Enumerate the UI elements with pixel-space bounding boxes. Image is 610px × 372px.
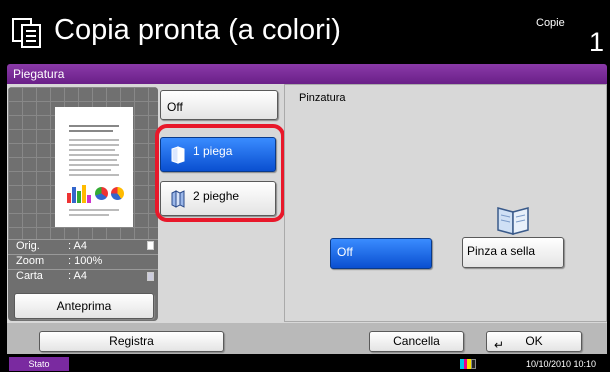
paper-icon — [147, 272, 154, 281]
ok-label: OK — [525, 334, 543, 348]
page-title: Copia pronta (a colori) — [54, 14, 341, 46]
page-thumbnail — [55, 107, 133, 227]
tab-piegatura: Piegatura — [7, 64, 607, 84]
saddle-stitch-button[interactable]: Pinza a sella — [462, 237, 564, 268]
saddle-stitch-icon — [497, 207, 529, 235]
staple-panel — [284, 84, 607, 322]
ok-button[interactable]: ↵ OK — [486, 331, 582, 352]
datetime-display: 10/10/2010 10:10 — [526, 359, 597, 369]
staple-section-label: Pinzatura — [299, 92, 346, 104]
preview-panel: Orig.: A4 Zoom: 100% Carta: A4 Anteprima — [8, 87, 158, 321]
info-paper: Carta: A4 — [16, 270, 87, 282]
info-zoom: Zoom: 100% — [16, 255, 103, 267]
status-button[interactable]: Stato — [9, 357, 69, 371]
copy-icon — [12, 18, 41, 48]
document-icon — [147, 241, 154, 250]
enter-icon: ↵ — [494, 338, 505, 352]
cancel-button[interactable]: Cancella — [369, 331, 464, 352]
copies-count: 1 — [589, 27, 605, 57]
copies-label: Copie — [536, 17, 565, 29]
status-bar: Stato 10/10/2010 10:10 — [0, 355, 610, 372]
toner-icon — [460, 359, 476, 369]
highlight-outline — [155, 124, 285, 222]
footer-bar: Registra Cancella ↵ OK — [7, 323, 607, 354]
register-button[interactable]: Registra — [39, 331, 224, 352]
staple-off-button[interactable]: Off — [330, 238, 432, 269]
info-original: Orig.: A4 — [16, 240, 87, 252]
main-panel: Orig.: A4 Zoom: 100% Carta: A4 Anteprima… — [7, 84, 607, 323]
fold-off-button[interactable]: Off — [160, 90, 278, 120]
preview-button[interactable]: Anteprima — [14, 293, 154, 319]
preview-area — [8, 87, 158, 239]
header-bar: Copia pronta (a colori) Copie 1 — [0, 0, 610, 63]
